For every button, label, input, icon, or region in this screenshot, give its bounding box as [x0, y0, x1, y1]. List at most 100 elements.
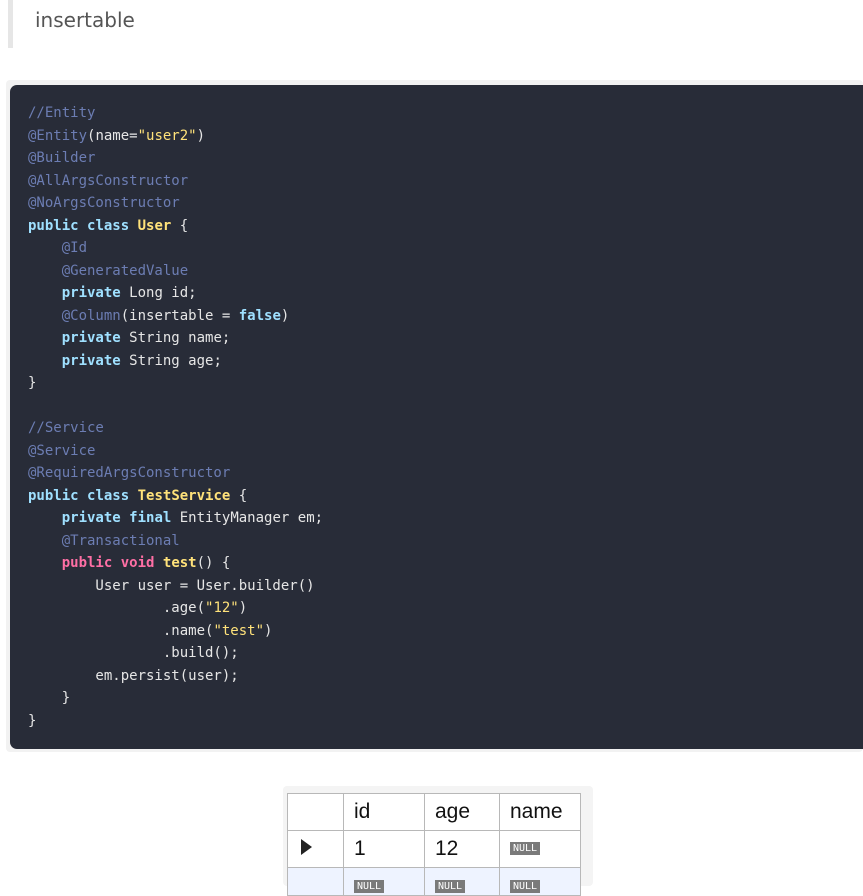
code-token: @NoArgsConstructor [28, 195, 180, 211]
code-token: "12" [205, 600, 239, 616]
table-row[interactable]: NULL NULL NULL [287, 867, 581, 896]
code-token: class [87, 217, 130, 234]
code-token: ) [238, 600, 248, 616]
code-token: test [162, 555, 197, 571]
code-token: .name( [28, 622, 214, 639]
code-line: @NoArgsConstructor [28, 192, 863, 215]
code-line: @Entity(name="user2") [28, 125, 863, 148]
code-token: class [87, 487, 130, 504]
null-badge: NULL [435, 880, 466, 893]
null-badge: NULL [354, 880, 385, 893]
cell-age[interactable]: 12 [424, 830, 500, 868]
column-header-age[interactable]: age [424, 793, 500, 831]
code-token: private [61, 352, 121, 369]
blockquote-text: insertable [35, 8, 135, 32]
row-selector[interactable] [287, 867, 344, 896]
null-badge: NULL [510, 842, 541, 855]
code-token: em.persist(user); [28, 667, 239, 684]
code-line: @Service [28, 440, 863, 463]
code-token: } [28, 712, 37, 729]
code-line: User user = User.builder() [28, 575, 863, 598]
blockquote: insertable [8, 0, 863, 48]
column-header-id[interactable]: id [343, 793, 425, 831]
code-token: private [61, 285, 121, 301]
code-token: User user = User.builder() [28, 577, 315, 594]
code-token: { [230, 487, 248, 504]
code-token: String name; [120, 330, 231, 346]
code-token: EntityManager em; [171, 510, 324, 526]
code-line: .build(); [28, 642, 863, 665]
code-line: //Entity [28, 102, 863, 125]
cell-name[interactable]: NULL [499, 867, 581, 896]
code-line: //Service [28, 417, 863, 440]
code-line: @Transactional [28, 530, 863, 553]
result-table: id age name 1 12 NULL NULL NULL NULL [287, 793, 581, 896]
code-token: public [61, 555, 113, 571]
row-selector[interactable] [287, 830, 344, 868]
code-token: } [28, 690, 71, 706]
table-row[interactable]: 1 12 NULL [287, 830, 581, 868]
code-block[interactable]: //Entity @Entity(name="user2") @Builder @Al… [10, 85, 863, 749]
code-token: (insertable = [120, 307, 239, 324]
code-line: @Id [28, 237, 863, 260]
row-selector-header [287, 793, 344, 831]
code-token: } [28, 375, 37, 391]
code-token: false [238, 307, 281, 324]
code-token: () { [196, 555, 231, 571]
cell-id[interactable]: 1 [343, 830, 425, 868]
code-line: @RequiredArgsConstructor [28, 462, 863, 485]
code-token: "test" [213, 622, 265, 639]
code-line: public class TestService { [28, 485, 863, 508]
code-token: @AllArgsConstructor [28, 172, 189, 189]
code-token: @Builder [28, 150, 96, 166]
code-line: @Column(insertable = false) [28, 305, 863, 328]
code-line: public void test() { [28, 552, 863, 575]
code-line: .name("test") [28, 620, 863, 643]
cell-id[interactable]: NULL [343, 867, 425, 896]
current-row-arrow-icon [301, 838, 312, 855]
code-line: private String age; [28, 350, 863, 373]
code-token: .age( [28, 600, 206, 616]
code-token: User [137, 217, 172, 234]
code-token: private [61, 510, 121, 526]
table-header-row: id age name [287, 793, 581, 831]
column-header-name[interactable]: name [499, 793, 581, 831]
code-token: @Transactional [61, 532, 180, 549]
cell-name[interactable]: NULL [499, 830, 581, 868]
code-line: } [28, 710, 863, 733]
code-token: @Id [61, 240, 88, 256]
code-token: final [129, 510, 172, 526]
code-token: ) [280, 307, 290, 324]
code-token: @RequiredArgsConstructor [28, 465, 231, 481]
code-line: private final EntityManager em; [28, 507, 863, 530]
code-line: } [28, 687, 863, 710]
code-line: private String name; [28, 327, 863, 350]
null-badge: NULL [510, 880, 541, 893]
code-line: public class User { [28, 215, 863, 238]
code-token: TestService [137, 487, 231, 504]
code-token: ) [264, 622, 273, 639]
code-line: @Builder [28, 147, 863, 170]
code-token: .build(); [28, 645, 239, 661]
code-token: @Column [61, 307, 121, 324]
code-token: private [61, 330, 121, 346]
code-token: Long id; [120, 285, 197, 301]
code-token: { [171, 217, 189, 234]
code-line: em.persist(user); [28, 665, 863, 688]
code-token: @GeneratedValue [61, 262, 189, 279]
cell-age[interactable]: NULL [424, 867, 500, 896]
